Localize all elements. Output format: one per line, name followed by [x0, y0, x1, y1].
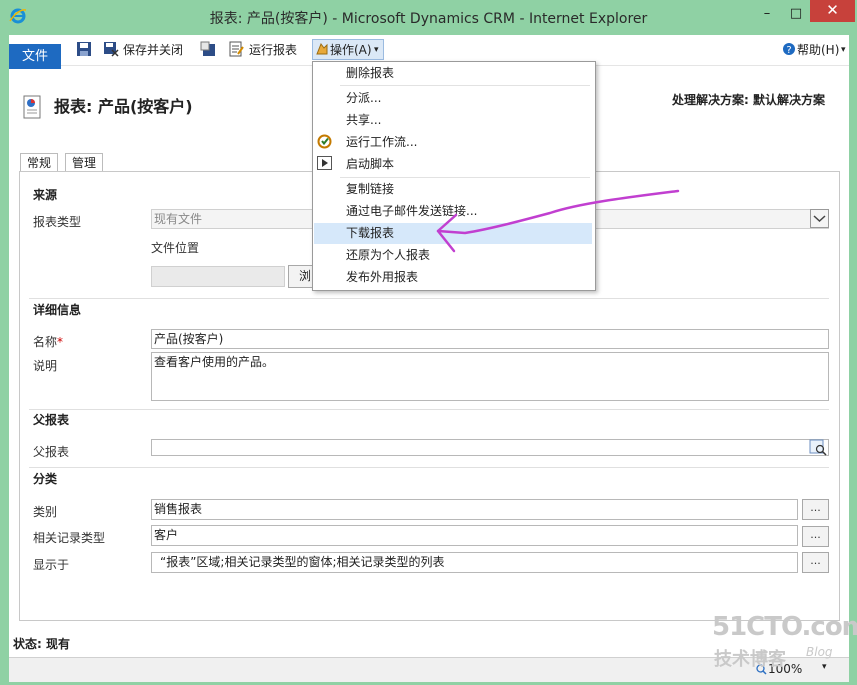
menu-item-run-workflow[interactable]: 运行工作流...	[346, 132, 417, 152]
display-in-label: 显示于	[33, 558, 70, 572]
actions-icon	[316, 42, 328, 55]
solution-label: 处理解决方案: 默认解决方案	[672, 93, 825, 107]
report-icon	[23, 95, 41, 119]
close-button[interactable]: ✕	[810, 0, 855, 22]
watermark-logo: 51CTO.com	[712, 612, 857, 642]
save-icon[interactable]	[76, 41, 92, 57]
section-parent: 父报表	[33, 413, 70, 427]
parent-report-lookup[interactable]	[151, 439, 829, 456]
save-close-button[interactable]: 保存并关闭	[123, 40, 183, 60]
page-title: 报表: 产品(按客户)	[54, 97, 193, 116]
svg-text:?: ?	[786, 45, 791, 56]
watermark-subtitle: 技术博客	[714, 649, 786, 670]
menu-item-assign[interactable]: 分派...	[346, 88, 381, 108]
chevron-down-icon: ▾	[374, 45, 379, 55]
name-label: 名称*	[33, 335, 64, 349]
menu-item-publish-external[interactable]: 发布外用报表	[346, 267, 418, 287]
related-record-label: 相关记录类型	[33, 531, 106, 545]
save-new-icon[interactable]	[200, 41, 216, 57]
menu-item-download-report[interactable]: 下载报表	[346, 223, 394, 243]
description-textarea[interactable]: 查看客户使用的产品。	[151, 352, 829, 401]
actions-label: 操作(A)	[330, 43, 372, 57]
menu-separator	[340, 85, 590, 86]
run-report-icon	[229, 41, 244, 57]
section-divider	[29, 298, 829, 299]
menu-item-start-script[interactable]: 启动脚本	[346, 154, 394, 174]
parent-report-label: 父报表	[33, 445, 70, 459]
description-label: 说明	[33, 359, 58, 373]
watermark-blog: Blog	[806, 645, 833, 659]
workflow-icon	[317, 134, 332, 149]
file-location-label: 文件位置	[151, 241, 200, 255]
name-input[interactable]: 产品(按客户)	[151, 329, 829, 349]
file-location-input[interactable]	[151, 266, 285, 287]
annotation-arrow	[436, 189, 680, 253]
section-divider	[29, 409, 829, 410]
help-icon: ?	[783, 43, 795, 56]
save-close-icon	[104, 42, 119, 57]
category-label: 类别	[33, 505, 58, 519]
lookup-icon[interactable]	[809, 439, 828, 456]
tab-admin[interactable]: 管理	[65, 153, 104, 172]
related-record-input[interactable]: 客户	[151, 525, 798, 546]
window-title: 报表: 产品(按客户) - Microsoft Dynamics CRM - I…	[209, 11, 648, 27]
tab-general[interactable]: 常规	[20, 153, 59, 172]
help-chevron-icon: ▾	[841, 45, 846, 55]
report-type-label: 报表类型	[33, 215, 82, 229]
menu-item-copy-link[interactable]: 复制链接	[346, 179, 394, 199]
display-in-lookup-button[interactable]: ...	[802, 552, 829, 573]
minimize-button[interactable]: –	[752, 6, 782, 24]
dropdown-chevron-icon[interactable]	[810, 209, 829, 228]
display-in-input[interactable]: “报表”区域;相关记录类型的窗体;相关记录类型的列表	[151, 552, 798, 573]
menu-item-revert-personal[interactable]: 还原为个人报表	[346, 245, 430, 265]
file-tab[interactable]: 文件	[9, 44, 61, 69]
section-category: 分类	[33, 472, 58, 486]
run-report-button[interactable]: 运行报表	[249, 40, 297, 60]
zoom-chevron-icon[interactable]: ▾	[822, 662, 827, 672]
menu-item-delete-report[interactable]: 删除报表	[346, 63, 394, 83]
start-script-icon	[317, 156, 332, 170]
category-input[interactable]: 销售报表	[151, 499, 798, 520]
section-details: 详细信息	[33, 303, 82, 317]
category-lookup-button[interactable]: ...	[802, 499, 829, 520]
section-divider	[29, 467, 829, 468]
required-marker: *	[57, 335, 64, 349]
menu-item-share[interactable]: 共享...	[346, 110, 381, 130]
section-source: 来源	[33, 188, 58, 202]
maximize-button[interactable]: □	[781, 6, 811, 24]
help-button[interactable]: 帮助(H)	[797, 40, 839, 60]
status-label: 状态: 现有	[13, 637, 70, 651]
menu-separator	[340, 177, 590, 178]
related-record-lookup-button[interactable]: ...	[802, 526, 829, 547]
